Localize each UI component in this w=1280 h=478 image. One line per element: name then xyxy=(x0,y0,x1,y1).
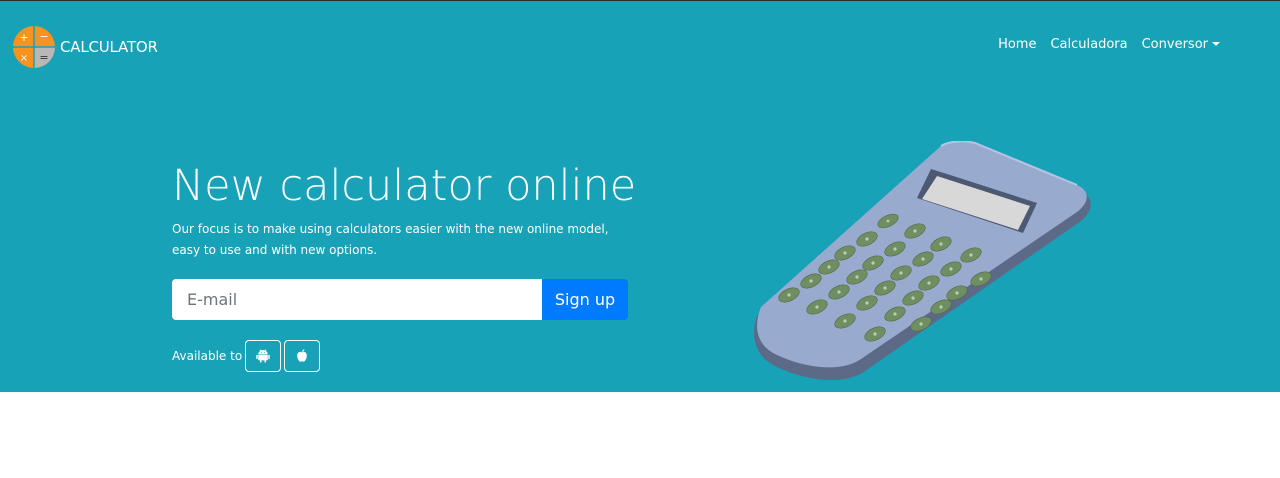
signup-form: Sign up xyxy=(172,279,628,320)
available-platforms: Available to xyxy=(172,340,321,372)
apple-button[interactable] xyxy=(284,340,321,372)
caret-down-icon xyxy=(1212,42,1220,46)
android-icon xyxy=(256,349,270,363)
hero-section: + − × = CALCULATOR Home Calculadora Conv… xyxy=(0,0,1280,392)
nav-dropdown-conversor[interactable]: Conversor xyxy=(1142,37,1220,52)
svg-text:−: − xyxy=(39,30,48,43)
brand-name: CALCULATOR xyxy=(60,38,158,56)
calculator-logo-icon: + − × = xyxy=(13,26,55,68)
brand-link[interactable]: + − × = CALCULATOR xyxy=(13,26,158,68)
hero-title: New calculator online xyxy=(172,161,637,211)
nav-link-home[interactable]: Home xyxy=(998,37,1036,52)
signup-button[interactable]: Sign up xyxy=(542,279,628,320)
hero-description: Our focus is to make using calculators e… xyxy=(172,222,609,257)
svg-text:×: × xyxy=(20,53,28,64)
available-label: Available to xyxy=(172,349,243,363)
email-input[interactable] xyxy=(172,279,542,320)
svg-text:+: + xyxy=(19,31,28,44)
svg-text:=: = xyxy=(39,51,48,64)
calculator-illustration xyxy=(754,141,1091,381)
nav-link-calculadora[interactable]: Calculadora xyxy=(1050,37,1127,52)
apple-icon xyxy=(297,349,307,362)
main-nav: Home Calculadora Conversor xyxy=(984,37,1220,52)
android-button[interactable] xyxy=(245,340,282,372)
nav-dropdown-label: Conversor xyxy=(1141,37,1208,52)
